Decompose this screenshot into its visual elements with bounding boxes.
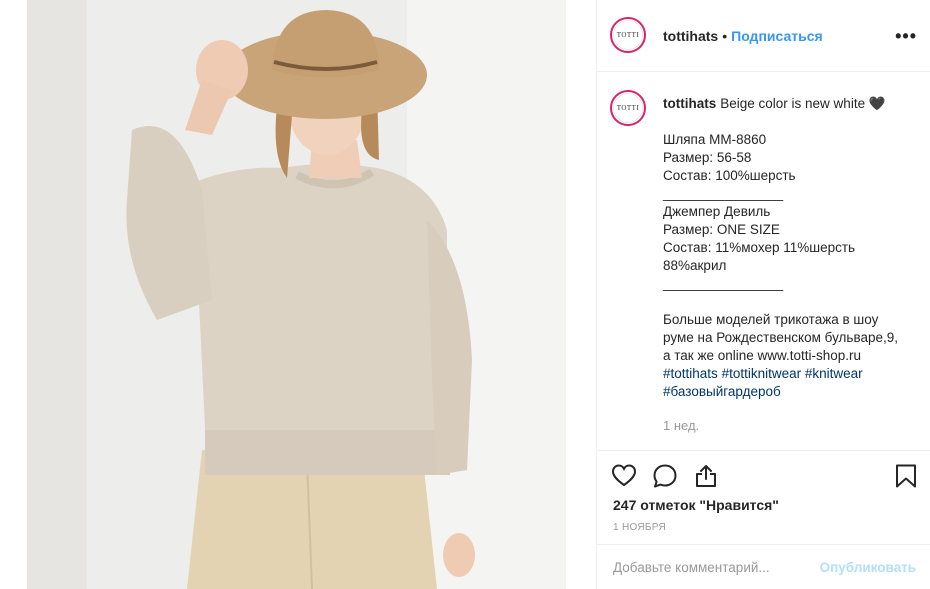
hat-line-1: Шляпа ММ-8860 [663,132,767,147]
header-username-link[interactable]: tottihats [663,28,718,44]
post-date[interactable]: 1 ноября [613,522,666,533]
follow-button[interactable]: Подписаться [731,28,823,44]
caption-area: TOTTI tottihats Beige color is new white … [597,72,930,450]
sweater-line-3: Состав: 11%мохер 11%шерсть 88%акрил [663,240,856,273]
hashtag-link[interactable]: #knitwear [805,366,863,381]
sweater-line-1: Джемпер Девиль [663,204,771,219]
caption-info: Больше моделей трикотажа в шоу руме на Р… [663,312,899,363]
hat-line-2: Размер: 56-58 [663,150,752,165]
post-photo[interactable] [27,0,566,589]
avatar-logo: TOTTI [613,20,643,50]
photo-illustration [27,0,566,589]
share-icon[interactable] [693,463,719,489]
post-header: TOTTI tottihats • Подписаться ••• [597,0,930,72]
caption-divider: ________________ [663,186,784,201]
caption-first-line: Beige color is new white 🖤 [720,96,886,111]
post-actions: 247 отметок "Нравится" 1 ноября [597,450,930,544]
hashtag-list: #tottihats #tottiknitwear #knitwear #баз… [663,365,903,401]
caption-username-link[interactable]: tottihats [663,96,716,111]
post-side-panel: TOTTI tottihats • Подписаться ••• TOTTI to… [596,0,930,589]
comment-bar: Опубликовать [597,544,930,589]
header-line: tottihats • Подписаться [663,28,823,44]
sweater-line-2: Размер: ONE SIZE [663,222,780,237]
likes-count[interactable]: 247 отметок "Нравится" [613,497,779,513]
separator-dot: • [722,28,728,44]
heart-icon[interactable] [611,463,637,489]
hashtag-link[interactable]: #базовыйгардероб [663,384,781,399]
hashtag-link[interactable]: #tottihats [663,366,718,381]
avatar-logo: TOTTI [613,93,643,123]
publish-button[interactable]: Опубликовать [820,560,916,575]
comment-input[interactable] [613,558,813,576]
hashtag-link[interactable]: #tottiknitwear [722,366,802,381]
caption-text: tottihats Beige color is new white 🖤 Шляп… [663,95,903,435]
more-options-icon[interactable]: ••• [895,26,917,47]
comment-icon[interactable] [652,463,678,489]
caption-time-ago: 1 нед. [663,418,700,433]
bookmark-icon[interactable] [893,463,919,489]
caption-divider: ________________ [663,276,784,291]
caption-avatar[interactable]: TOTTI [610,90,646,126]
hat-line-3: Состав: 100%шерсть [663,168,796,183]
avatar[interactable]: TOTTI [610,17,646,53]
post-media-area [0,0,596,589]
